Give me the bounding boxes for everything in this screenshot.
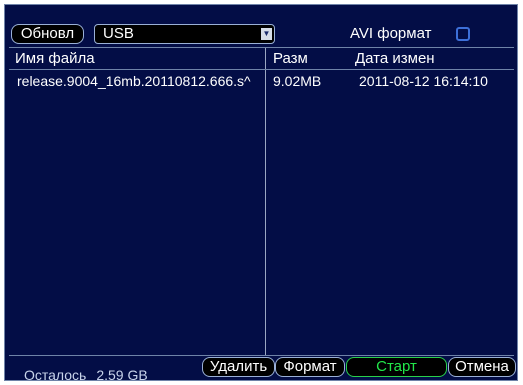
remaining-label: Осталось [24,367,87,383]
column-header-size[interactable]: Разм [273,50,308,68]
file-table: Имя файла Разм Дата измен release.9004_1… [9,47,514,356]
header-divider [9,69,514,70]
column-header-date[interactable]: Дата измен [355,50,435,68]
cancel-button[interactable]: Отмена [448,357,516,377]
device-select-value: USB [103,25,134,42]
column-divider [265,48,266,356]
start-button[interactable]: Старт [346,357,447,377]
format-button[interactable]: Формат [275,357,345,377]
backup-panel: Обновл USB ▼ AVI формат Имя файла Разм Д… [4,4,518,384]
remaining-space: Осталось 2.59 GB [24,367,148,384]
avi-format-checkbox[interactable] [456,27,470,41]
avi-format-label: AVI формат [350,25,432,42]
delete-button[interactable]: Удалить [202,357,275,377]
device-select[interactable]: USB ▼ [94,24,275,44]
row-size: 9.02MB [273,73,322,89]
remaining-value: 2.59 GB [96,367,148,383]
chevron-down-icon[interactable]: ▼ [261,28,272,40]
column-header-filename[interactable]: Имя файла [15,50,95,68]
footer-divider [9,355,514,356]
row-date: 2011-08-12 16:14:10 [359,73,488,89]
refresh-button[interactable]: Обновл [11,24,84,44]
row-filename: release.9004_16mb.20110812.666.s^ [17,73,251,89]
